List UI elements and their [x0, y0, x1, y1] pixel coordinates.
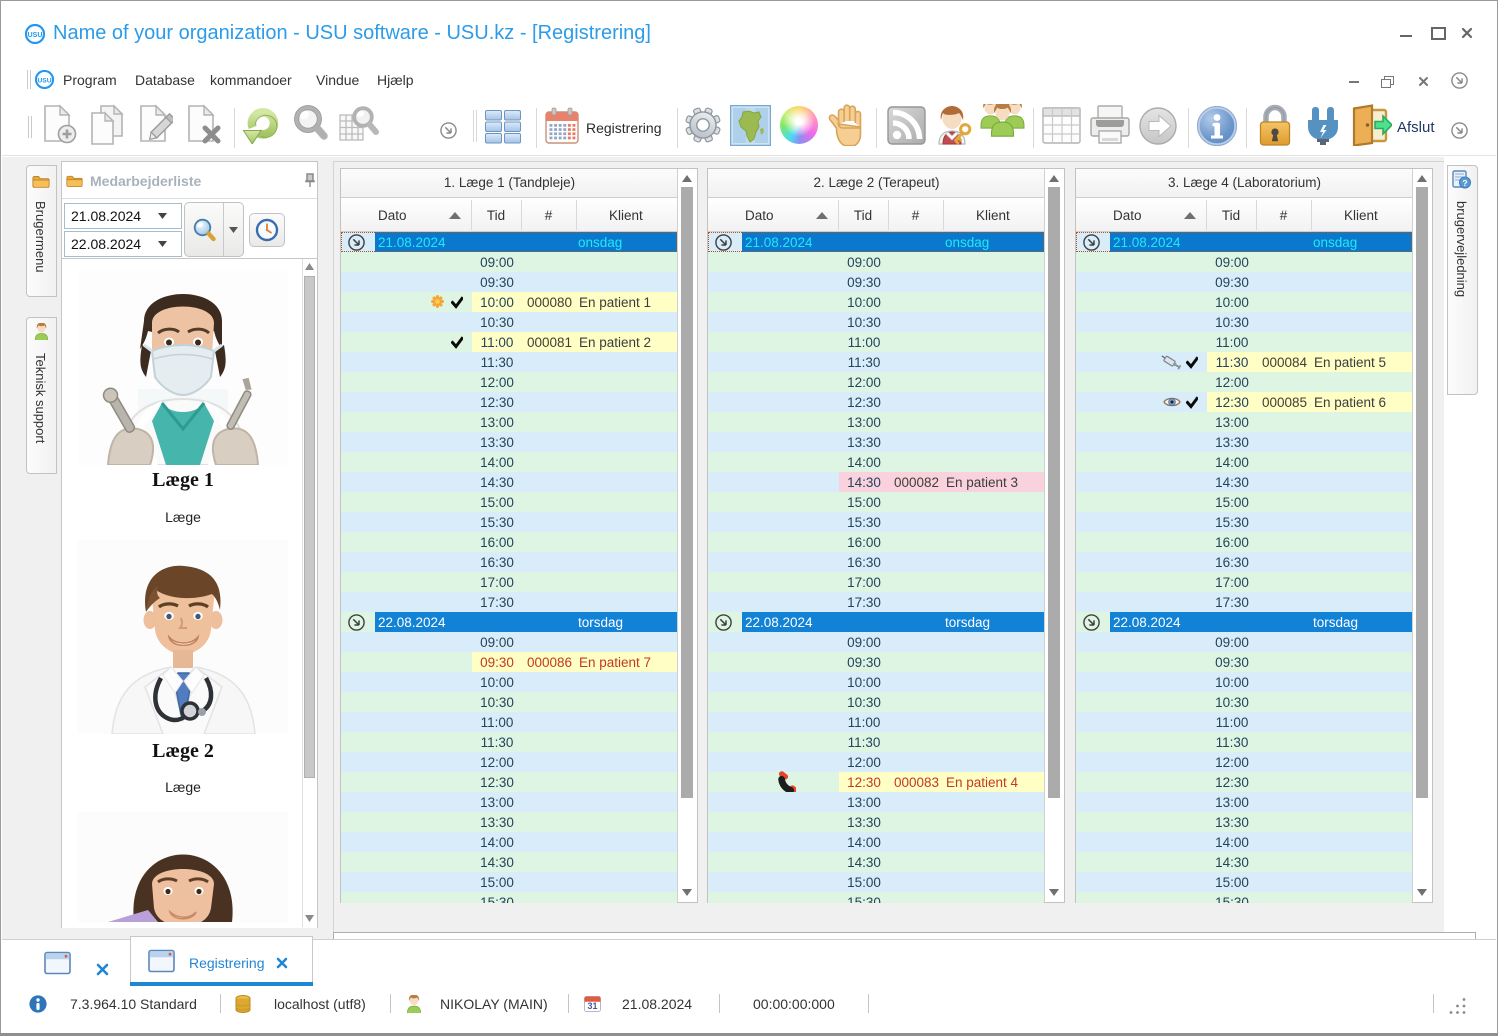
svg-text:31: 31	[587, 1001, 597, 1011]
svg-text:?: ?	[1462, 178, 1467, 188]
svg-text:USU: USU	[28, 32, 43, 39]
svg-text:USU: USU	[37, 77, 51, 84]
